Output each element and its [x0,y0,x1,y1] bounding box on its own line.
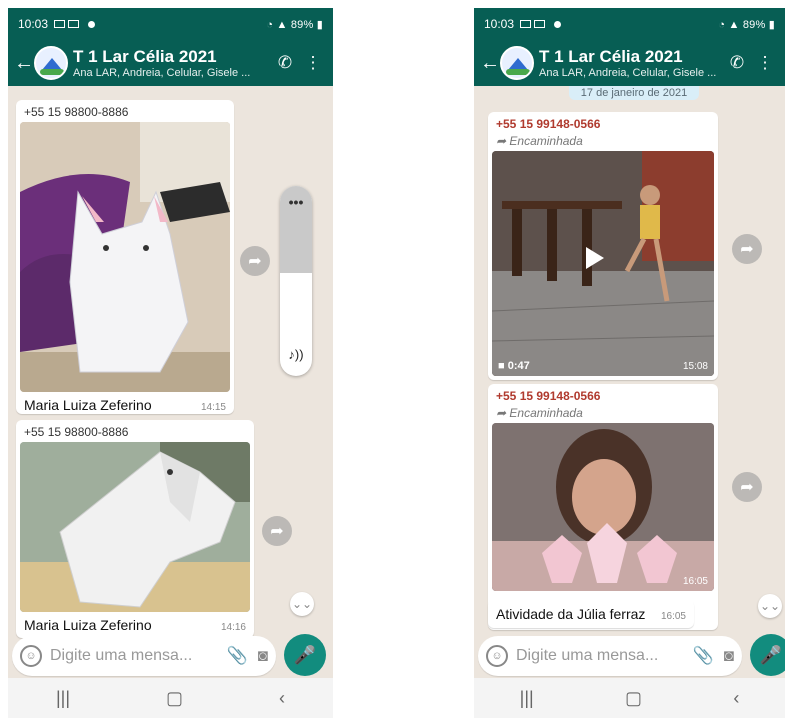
chat-title-block[interactable]: T 1 Lar Célia 2021 Ana LAR, Andreia, Cel… [539,47,723,79]
status-time: 10:03 [484,17,515,31]
more-vert-icon[interactable]: ⋮ [751,53,779,73]
paperclip-icon[interactable]: 📎 [693,646,714,666]
gallery-icon [534,20,546,28]
image-girl-origami[interactable]: 16:05 [492,423,714,591]
battery-level: ◔ ▲ 89% ▮ [718,18,775,31]
add-call-icon[interactable]: ✆ [271,53,299,73]
video-duration: ■ 0:47 [498,360,530,372]
back-nav-icon[interactable]: ‹ [733,688,739,709]
chat-header[interactable]: ← T 1 Lar Célia 2021 Ana LAR, Andreia, C… [8,40,333,86]
status-time: 10:03 [18,17,49,31]
home-icon[interactable]: ▢ [625,688,642,709]
forward-icon[interactable]: ➦ [240,246,270,276]
message-input[interactable]: ☺ Digite uma mensa... 📎 ◙ [12,636,276,676]
forward-icon[interactable]: ➦ [732,472,762,502]
message-list[interactable]: +55 15 98800-8886 Maria Luiza Zeferino 1… [8,86,333,648]
status-bar: 10:03 ◔ ▲ 89% ▮ [8,8,333,40]
notification-dot-icon [554,20,562,28]
message-placeholder: Digite uma mensa... [516,647,659,664]
group-avatar[interactable] [34,46,68,80]
mic-icon[interactable]: 🎤 [750,634,785,676]
emoji-icon[interactable]: ☺ [486,645,508,667]
message-sender: +55 15 99148-0566 [496,389,601,403]
origami-dog-photo [20,442,250,612]
more-vert-icon[interactable]: ⋮ [299,53,327,73]
forward-icon[interactable]: ➦ [732,234,762,264]
forwarded-label: ➦ Encaminhada [496,406,583,420]
scroll-down-icon[interactable]: ⌄⌄ [290,592,314,616]
forward-icon[interactable]: ➦ [262,516,292,546]
date-chip: 17 de janeiro de 2021 [569,86,699,100]
group-avatar[interactable] [500,46,534,80]
caption-text: Atividade da Júlia ferraz [496,606,646,622]
home-icon[interactable]: ▢ [166,688,183,709]
status-bar: 10:03 ◔ ▲ 89% ▮ [474,8,785,40]
chat-title: T 1 Lar Célia 2021 [539,47,683,66]
arrow-left-icon[interactable]: ← [480,52,500,75]
add-call-icon[interactable]: ✆ [723,53,751,73]
chat-title: T 1 Lar Célia 2021 [73,47,217,66]
speaker-icon[interactable]: ♪)) [280,347,312,362]
arrow-left-icon[interactable]: ← [14,52,34,75]
phone-right: 10:03 ◔ ▲ 89% ▮ ← T 1 Lar Célia 2021 Ana… [474,8,785,718]
chat-participants: Ana LAR, Andreia, Celular, Gisele ... [73,67,251,79]
chat-header[interactable]: ← T 1 Lar Célia 2021 Ana LAR, Andreia, C… [474,40,785,86]
message-placeholder: Digite uma mensa... [50,647,193,664]
caption-text: Maria Luiza Zeferino [24,617,152,633]
image-origami-cat[interactable] [20,122,230,392]
media-time: 16:05 [682,576,708,587]
message-bubble[interactable]: Atividade da Júlia ferraz 16:05 [488,600,694,628]
cast-icon [520,20,532,28]
image-origami-dog[interactable] [20,442,250,612]
more-horiz-icon[interactable]: ••• [280,194,312,210]
back-nav-icon[interactable]: ‹ [279,688,285,709]
play-icon[interactable] [586,247,604,269]
message-sender: +55 15 98800-8886 [24,105,129,119]
message-sender: +55 15 98800-8886 [24,425,129,439]
caption-text: Maria Luiza Zeferino [24,397,152,413]
chat-title-block[interactable]: T 1 Lar Célia 2021 Ana LAR, Andreia, Cel… [73,47,271,79]
message-bubble[interactable]: +55 15 98800-8886 Maria Luiza Zeferino 1… [16,420,254,638]
origami-cat-photo [20,122,230,392]
forwarded-label: ➦ Encaminhada [496,134,583,148]
emoji-icon[interactable]: ☺ [20,645,42,667]
recent-apps-icon[interactable]: ||| [520,688,534,709]
android-navbar: ||| ▢ ‹ [474,678,785,718]
message-bubble[interactable]: +55 15 99148-0566 ➦ Encaminhada ■ 0:47 1… [488,112,718,380]
camera-icon[interactable]: ◙ [258,646,268,666]
message-time: 16:05 [660,611,686,622]
message-time: 14:16 [220,622,246,633]
android-navbar: ||| ▢ ‹ [8,678,333,718]
recent-apps-icon[interactable]: ||| [56,688,70,709]
camera-icon[interactable]: ◙ [724,646,734,666]
paperclip-icon[interactable]: 📎 [227,646,248,666]
chat-participants: Ana LAR, Andreia, Celular, Gisele ... [539,67,717,79]
notification-dot-icon [88,20,96,28]
message-input[interactable]: ☺ Digite uma mensa... 📎 ◙ [478,636,742,676]
message-caption: Atividade da Júlia ferraz 16:05 [488,600,694,628]
gallery-icon [68,20,80,28]
mic-icon[interactable]: 🎤 [284,634,326,676]
message-time: 14:15 [200,402,226,413]
phone-left: 10:03 ◔ ▲ 89% ▮ ← T 1 Lar Célia 2021 Ana… [8,8,333,718]
composer: ☺ Digite uma mensa... 📎 ◙ 🎤 [8,634,333,678]
girl-photo [492,423,714,591]
cast-icon [54,20,66,28]
video-thumbnail[interactable]: ■ 0:47 15:08 [492,151,714,376]
scroll-down-icon[interactable]: ⌄⌄ [758,594,782,618]
message-bubble[interactable]: +55 15 99148-0566 ➦ Encaminhada 16:05 [488,384,718,630]
message-sender: +55 15 99148-0566 [496,117,601,131]
message-time: 15:08 [682,361,708,372]
composer: ☺ Digite uma mensa... 📎 ◙ 🎤 [474,634,785,678]
message-caption: Maria Luiza Zeferino 14:15 [16,392,234,418]
battery-level: ◔ ▲ 89% ▮ [266,18,323,31]
message-bubble[interactable]: +55 15 98800-8886 Maria Luiza Zeferino 1… [16,100,234,414]
volume-slider[interactable]: ••• ♪)) [280,186,312,376]
message-list[interactable]: 17 de janeiro de 2021 +55 15 99148-0566 … [474,86,785,648]
